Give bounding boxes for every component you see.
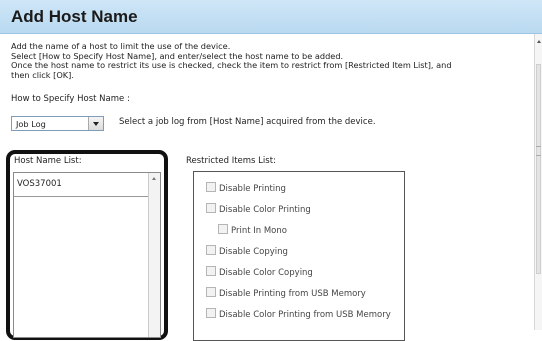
checkbox[interactable] <box>206 203 216 213</box>
checkbox[interactable] <box>206 182 216 192</box>
host-name-list[interactable]: VOS37001 <box>13 172 161 338</box>
checkbox[interactable] <box>218 224 228 234</box>
scroll-up-icon[interactable] <box>537 40 541 43</box>
host-name-list-label: Host Name List: <box>14 156 82 166</box>
description-line: Once the host name to restrict its use i… <box>11 60 452 70</box>
scroll-grip <box>536 146 541 156</box>
dialog-content: Add the name of a host to limit the use … <box>0 34 534 341</box>
list-divider <box>14 196 150 197</box>
dialog-header: Add Host Name <box>0 0 542 34</box>
how-to-specify-label: How to Specify Host Name : <box>11 94 130 104</box>
restricted-items-list: Disable Printing Disable Color Printing … <box>193 171 405 341</box>
restricted-item[interactable]: Disable Color Printing from USB Memory <box>206 308 391 320</box>
restricted-item[interactable]: Disable Copying <box>206 245 288 257</box>
restricted-items-label: Restricted Items List: <box>186 156 276 166</box>
dropdown-button[interactable] <box>88 117 103 130</box>
restricted-item[interactable]: Disable Printing from USB Memory <box>206 287 366 299</box>
checkbox[interactable] <box>206 308 216 318</box>
checkbox[interactable] <box>206 266 216 276</box>
restricted-item[interactable]: Print In Mono <box>218 224 287 236</box>
page-scrollbar[interactable] <box>534 34 542 330</box>
restricted-item-label: Disable Color Copying <box>219 268 313 278</box>
chevron-down-icon <box>93 122 99 126</box>
description: Add the name of a host to limit the use … <box>11 41 521 80</box>
restricted-item-label: Disable Printing from USB Memory <box>219 289 366 299</box>
restricted-item-label: Disable Color Printing from USB Memory <box>219 310 391 320</box>
scroll-thumb[interactable] <box>536 64 541 274</box>
description-line: then click [OK]. <box>11 69 74 80</box>
list-scrollbar[interactable] <box>148 173 160 337</box>
how-to-specify-select[interactable]: Job Log <box>11 116 104 131</box>
restricted-item-label: Disable Copying <box>219 247 288 257</box>
scroll-up-icon[interactable] <box>152 177 156 180</box>
dialog-title: Add Host Name <box>11 7 138 26</box>
select-value: Job Log <box>16 119 46 129</box>
restricted-item-label: Disable Color Printing <box>219 205 311 215</box>
restricted-item-label: Print In Mono <box>231 226 287 236</box>
restricted-item[interactable]: Disable Color Printing <box>206 203 311 215</box>
restricted-item-label: Disable Printing <box>219 184 286 194</box>
restricted-item[interactable]: Disable Color Copying <box>206 266 313 278</box>
restricted-item[interactable]: Disable Printing <box>206 182 286 194</box>
select-hint: Select a job log from [Host Name] acquir… <box>119 117 376 127</box>
list-item[interactable]: VOS37001 <box>17 179 62 189</box>
checkbox[interactable] <box>206 245 216 255</box>
checkbox[interactable] <box>206 287 216 297</box>
